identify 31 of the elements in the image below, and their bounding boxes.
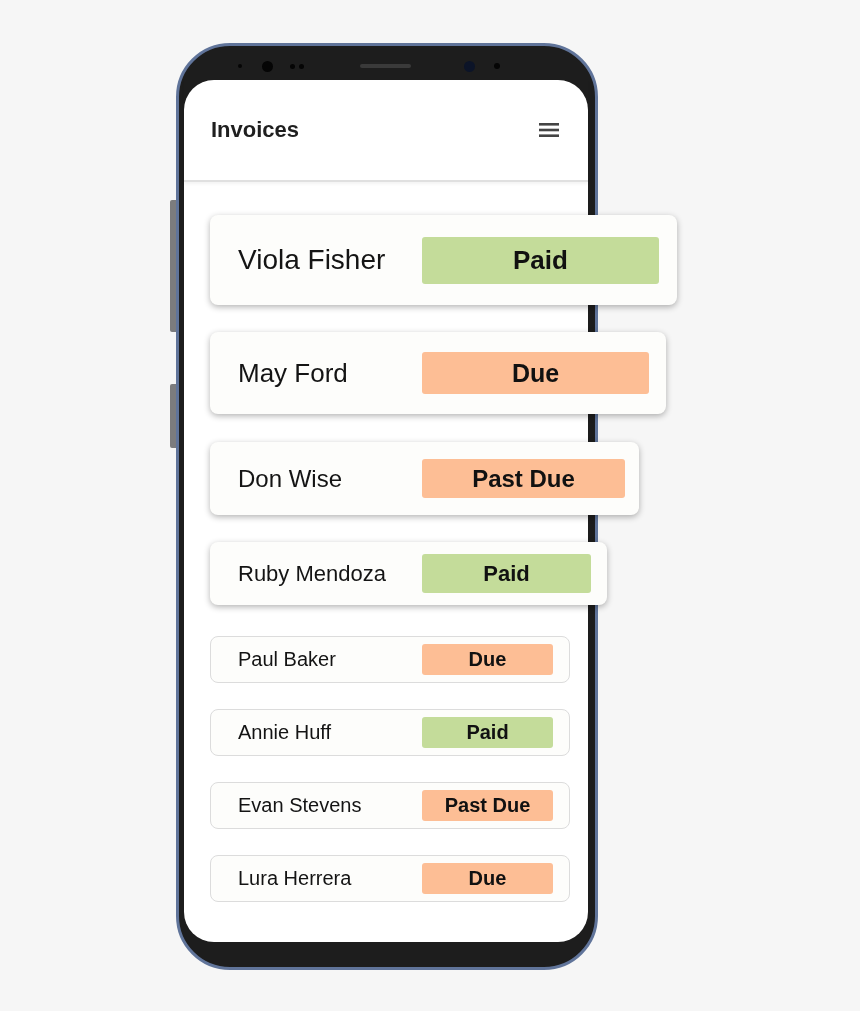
invoice-card[interactable]: May Ford Due xyxy=(210,332,666,414)
invoice-card[interactable]: Annie Huff Paid xyxy=(210,709,570,756)
customer-name: Viola Fisher xyxy=(238,244,386,276)
invoice-card[interactable]: Ruby Mendoza Paid xyxy=(210,542,607,605)
sensor-dot-icon xyxy=(290,63,295,69)
status-badge: Due xyxy=(422,352,649,394)
customer-name: Paul Baker xyxy=(238,648,336,671)
status-badge: Due xyxy=(422,644,553,675)
status-badge: Paid xyxy=(422,717,553,748)
invoice-card[interactable]: Don Wise Past Due xyxy=(210,442,639,515)
camera-icon xyxy=(262,60,273,72)
status-badge: Past Due xyxy=(422,459,625,498)
customer-name: Annie Huff xyxy=(238,721,332,744)
customer-name: May Ford xyxy=(238,357,348,389)
customer-name: Don Wise xyxy=(238,464,343,493)
sensor-dot-icon xyxy=(299,63,304,69)
invoice-card[interactable]: Paul Baker Due xyxy=(210,636,570,683)
sensor-dot-icon xyxy=(494,63,500,69)
status-badge: Past Due xyxy=(422,790,553,821)
customer-name: Ruby Mendoza xyxy=(238,560,386,587)
status-badge: Paid xyxy=(422,554,591,593)
page-title: Invoices xyxy=(211,117,300,143)
customer-name: Lura Herrera xyxy=(238,867,352,890)
invoice-card[interactable]: Lura Herrera Due xyxy=(210,855,570,902)
status-badge: Due xyxy=(422,863,553,894)
status-badge: Paid xyxy=(422,236,659,284)
customer-name: Evan Stevens xyxy=(238,794,362,817)
side-key-drawing xyxy=(170,384,176,448)
menu-icon[interactable] xyxy=(539,123,559,137)
invoice-card[interactable]: Viola Fisher Paid xyxy=(210,215,677,305)
invoice-card[interactable]: Evan Stevens Past Due xyxy=(210,782,570,829)
